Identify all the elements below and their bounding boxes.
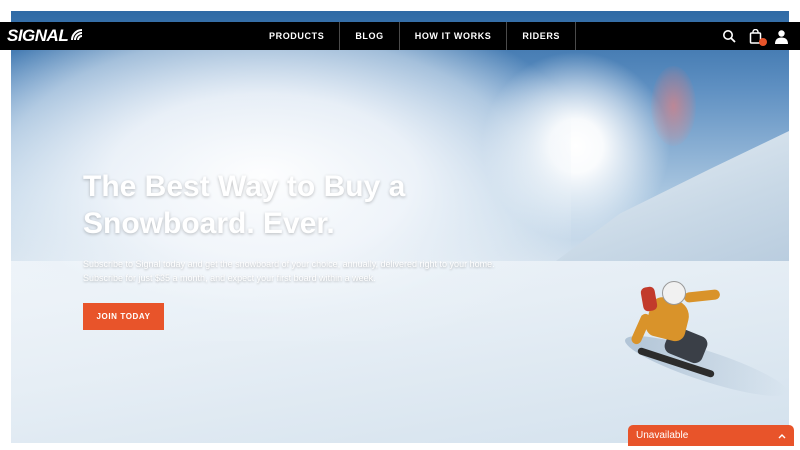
availability-label: Unavailable bbox=[636, 430, 689, 441]
cart-badge bbox=[759, 38, 767, 46]
nav-links: PRODUCTS BLOG HOW IT WORKS RIDERS bbox=[254, 22, 577, 50]
rider-arm-right bbox=[683, 289, 721, 303]
nav-icons bbox=[720, 22, 790, 50]
logo-mark-icon bbox=[70, 28, 84, 45]
chevron-up-icon bbox=[778, 431, 786, 441]
logo-text: SIGNAL bbox=[7, 26, 69, 45]
availability-tab[interactable]: Unavailable bbox=[628, 425, 794, 446]
rider-backpack bbox=[640, 285, 658, 313]
nav-item-how-it-works[interactable]: HOW IT WORKS bbox=[400, 22, 508, 50]
cart-icon[interactable] bbox=[746, 27, 767, 46]
rider-helmet bbox=[662, 281, 686, 305]
snowboarder bbox=[626, 273, 736, 383]
top-navigation: SIGNAL PRODUCTS BLOG HOW IT WORKS RIDERS bbox=[0, 22, 800, 50]
brand-logo[interactable]: SIGNAL bbox=[7, 24, 84, 48]
join-today-button[interactable]: JOIN TODAY bbox=[83, 303, 164, 330]
nav-item-riders[interactable]: RIDERS bbox=[507, 22, 577, 50]
nav-item-products[interactable]: PRODUCTS bbox=[254, 22, 341, 50]
lens-flare bbox=[651, 66, 696, 146]
nav-item-blog[interactable]: BLOG bbox=[340, 22, 400, 50]
user-icon[interactable] bbox=[772, 27, 790, 45]
search-icon[interactable] bbox=[720, 27, 738, 45]
hero-title: The Best Way to Buy a Snowboard. Ever. bbox=[83, 170, 406, 240]
hero-description: Subscribe to Signal today and get the sn… bbox=[83, 259, 495, 283]
